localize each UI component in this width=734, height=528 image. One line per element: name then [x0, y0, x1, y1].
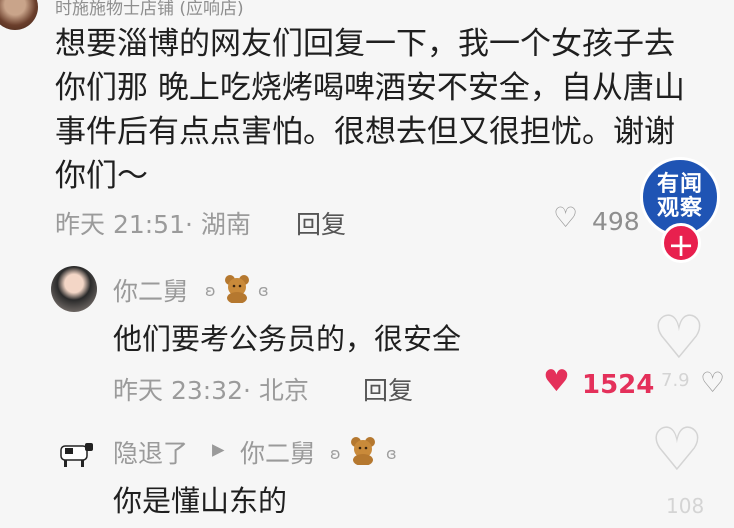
- top-commenter-username[interactable]: 时施施物士店铺 (应响店): [55, 0, 244, 19]
- cow-avatar-icon[interactable]: [55, 440, 95, 468]
- reply1-username[interactable]: 你二舅: [113, 272, 188, 308]
- reply1-like-count: 1524: [582, 370, 655, 400]
- level-icon-end: ɞ: [258, 281, 269, 300]
- teddy-bear-icon: [225, 275, 249, 303]
- reply2-text: 你是懂山东的: [113, 484, 288, 518]
- heart-filled-icon[interactable]: ♥: [543, 364, 570, 399]
- like-count: 498: [592, 207, 640, 236]
- reply-arrow-icon: ▸: [212, 434, 225, 463]
- side-like-count: 7.9: [661, 370, 690, 391]
- broken-heart-icon[interactable]: ♡: [700, 366, 725, 399]
- teddy-bear-icon-2: [351, 437, 375, 465]
- reply2-reply-to[interactable]: 你二舅: [240, 434, 315, 470]
- reply1-reply-button[interactable]: 回复: [363, 371, 413, 407]
- avatar-reply1[interactable]: [51, 266, 97, 312]
- level-icon: ʚ: [205, 281, 216, 300]
- side-like-count-2: 108: [666, 494, 705, 518]
- reply2-username[interactable]: 隐退了: [113, 434, 188, 470]
- plus-icon[interactable]: +: [661, 223, 701, 264]
- side-heart-icon-2[interactable]: ♡: [650, 415, 704, 485]
- reply1-text: 他们要考公务员的，很安全: [113, 322, 462, 356]
- level-icon-2: ʚ: [330, 444, 341, 463]
- avatar-top-commenter[interactable]: [0, 0, 38, 30]
- watermark-line2: 观察: [656, 196, 703, 221]
- heart-outline-icon[interactable]: ♡: [553, 201, 578, 234]
- comment-text: 想要淄博的网友们回复一下，我一个女孩子去你们那 晚上吃烧烤喝啤酒安不安全，自从唐…: [55, 26, 685, 194]
- side-heart-icon[interactable]: ♡: [652, 303, 706, 373]
- reply-button[interactable]: 回复: [296, 205, 346, 241]
- watermark-line1: 有闻: [656, 172, 703, 197]
- comment-time-location: 昨天 21:51· 湖南: [55, 210, 251, 239]
- level-icon-2-end: ɞ: [386, 444, 397, 463]
- reply1-time-location: 昨天 23:32· 北京: [113, 376, 309, 405]
